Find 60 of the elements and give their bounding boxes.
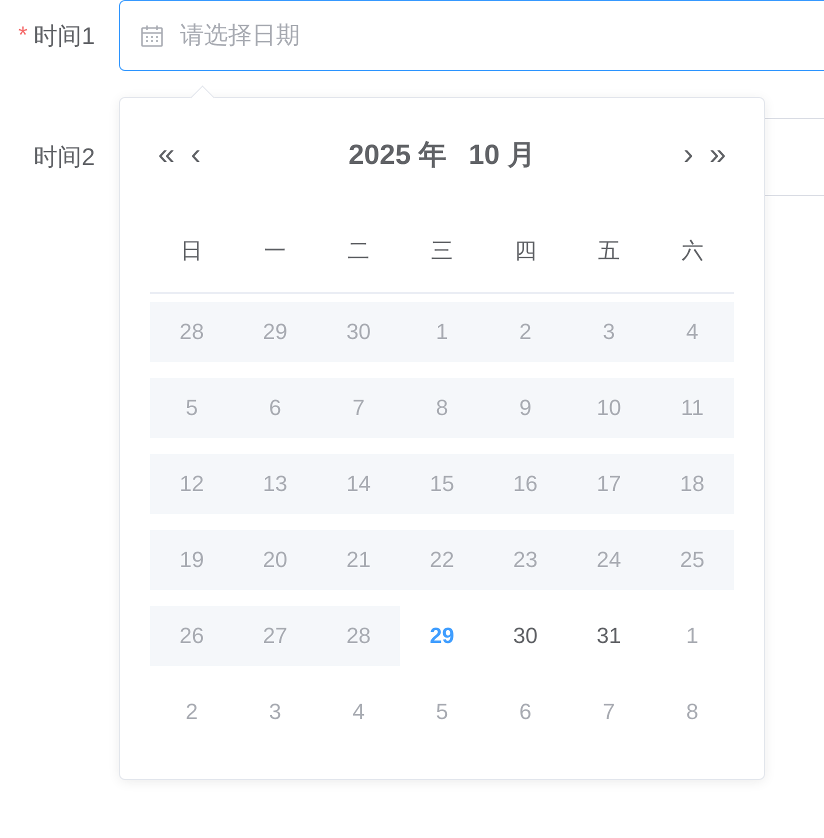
day-cell: 3 xyxy=(567,302,651,362)
day-cell[interactable]: 31 xyxy=(567,606,651,666)
day-cell: 12 xyxy=(150,454,234,514)
prev-year-button[interactable]: « xyxy=(150,140,183,170)
required-asterisk: * xyxy=(18,22,28,50)
day-cell: 9 xyxy=(484,378,568,438)
day-cell: 30 xyxy=(316,302,400,362)
day-cell: 19 xyxy=(150,530,234,590)
date-field[interactable]: 请选择日期 xyxy=(119,0,824,71)
day-cell[interactable]: 5 xyxy=(400,682,484,742)
day-cell: 28 xyxy=(150,302,234,362)
day-cell: 5 xyxy=(150,378,234,438)
day-cell: 6 xyxy=(233,378,317,438)
day-cell: 18 xyxy=(650,454,734,514)
next-month-button[interactable]: › xyxy=(675,140,702,170)
weekday-header: 六 xyxy=(680,237,704,265)
day-cell: 11 xyxy=(650,378,734,438)
day-cell: 14 xyxy=(316,454,400,514)
day-cell: 13 xyxy=(233,454,317,514)
day-cell[interactable]: 3 xyxy=(233,682,317,742)
day-cell: 8 xyxy=(400,378,484,438)
day-cell: 27 xyxy=(233,606,317,666)
day-cell: 26 xyxy=(150,606,234,666)
weekday-header: 日 xyxy=(180,237,204,265)
day-cell: 23 xyxy=(484,530,568,590)
day-cell[interactable]: 6 xyxy=(484,682,568,742)
day-cell: 15 xyxy=(400,454,484,514)
day-cell: 21 xyxy=(316,530,400,590)
day-cell: 25 xyxy=(650,530,734,590)
day-cell: 2 xyxy=(484,302,568,362)
next-year-button[interactable]: » xyxy=(701,140,734,170)
weekday-header: 四 xyxy=(513,237,538,265)
day-cell[interactable]: 8 xyxy=(650,682,734,742)
day-cell: 29 xyxy=(233,302,317,362)
year-label[interactable]: 2025 年 xyxy=(348,136,447,174)
weekday-header: 二 xyxy=(346,237,371,265)
day-cell[interactable]: 7 xyxy=(567,682,651,742)
day-cell[interactable]: 30 xyxy=(484,606,568,666)
weekday-header: 三 xyxy=(430,237,454,265)
day-cell: 10 xyxy=(567,378,651,438)
day-cell: 28 xyxy=(316,606,400,666)
weekday-header: 五 xyxy=(596,237,621,265)
day-cell[interactable]: 29 xyxy=(400,606,484,666)
day-cell[interactable]: 2 xyxy=(150,682,234,742)
day-cell[interactable]: 4 xyxy=(316,682,400,742)
day-cell: 4 xyxy=(650,302,734,362)
day-cell[interactable]: 1 xyxy=(650,606,734,666)
day-cell: 17 xyxy=(567,454,651,514)
day-cell: 7 xyxy=(316,378,400,438)
day-cell: 20 xyxy=(233,530,317,590)
prev-month-button[interactable]: ‹ xyxy=(182,140,209,170)
day-cell: 24 xyxy=(567,530,651,590)
field-label: 时间2 xyxy=(34,143,95,173)
field-label: 时间1 xyxy=(34,22,95,52)
weekday-header: 一 xyxy=(263,237,288,265)
calendar-icon xyxy=(140,24,164,48)
day-cell: 1 xyxy=(400,302,484,362)
month-label[interactable]: 10 月 xyxy=(468,136,536,174)
day-cell: 16 xyxy=(484,454,568,514)
day-cell: 22 xyxy=(400,530,484,590)
